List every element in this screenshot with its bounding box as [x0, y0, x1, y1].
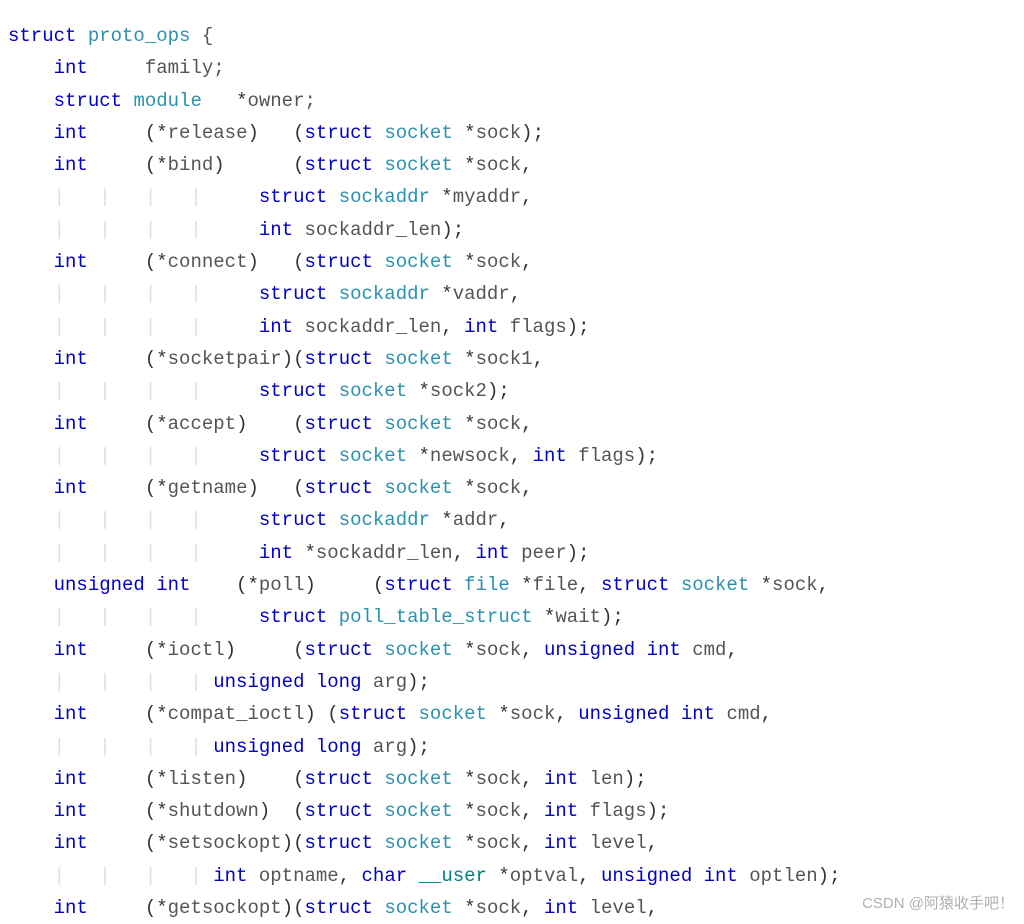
watermark: CSDN @阿猿收手吧！ [862, 891, 1014, 917]
field-family: family [145, 57, 213, 79]
fn-connect: connect [168, 251, 248, 273]
fn-compat-ioctl: compat_ioctl [168, 703, 305, 725]
fn-getsockopt: getsockopt [168, 897, 282, 919]
type-module: module [133, 90, 201, 112]
fn-getname: getname [168, 477, 248, 499]
fn-shutdown: shutdown [168, 800, 259, 822]
keyword-int: int [54, 57, 88, 79]
fn-setsockopt: setsockopt [168, 832, 282, 854]
fn-release: release [168, 122, 248, 144]
fn-ioctl: ioctl [168, 639, 225, 661]
code-block: struct proto_ops { int family; struct mo… [0, 0, 1024, 924]
type-proto-ops: proto_ops [88, 25, 191, 47]
fn-listen: listen [168, 768, 236, 790]
fn-poll: poll [259, 574, 305, 596]
keyword-struct: struct [54, 90, 122, 112]
fn-bind: bind [168, 154, 214, 176]
field-owner: owner [247, 90, 304, 112]
fn-accept: accept [168, 413, 236, 435]
macro-user: __user [419, 865, 487, 887]
keyword-struct: struct [8, 25, 76, 47]
fn-socketpair: socketpair [168, 348, 282, 370]
